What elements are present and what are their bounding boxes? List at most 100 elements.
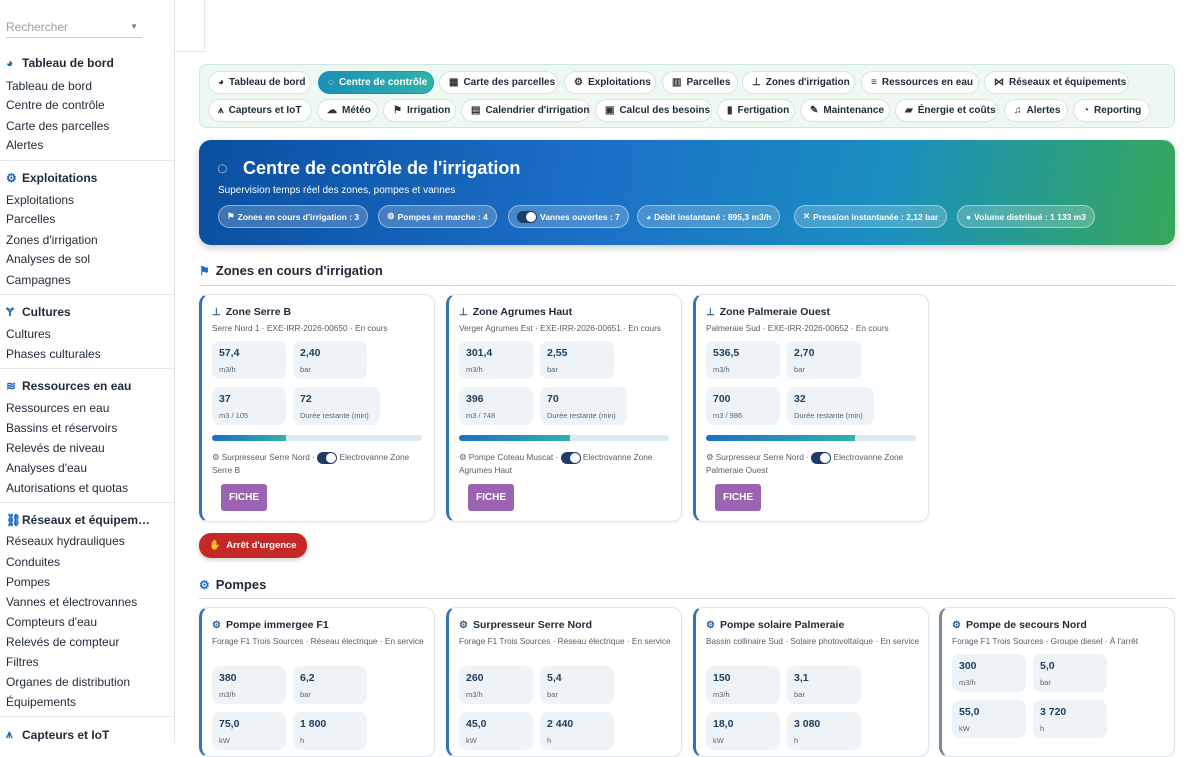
sidebar-item[interactable]: Relevés de compteur <box>6 635 119 649</box>
tab-sensors[interactable]: ⩚ Capteurs et IoT <box>208 99 312 122</box>
fiche-button[interactable]: FICHE <box>221 484 267 511</box>
water-icon: ≡ <box>871 77 877 88</box>
tab-irrigation[interactable]: ⚑ Irrigation <box>383 99 456 122</box>
tab-parcels[interactable]: ▥ Parcelles <box>662 71 738 94</box>
cogs-icon: ⚙ <box>212 619 221 631</box>
sidebar-section-cultures[interactable]: Ɏ Cultures <box>6 305 171 319</box>
stat-value: 1 800 <box>300 718 327 730</box>
tab-maintenance[interactable]: ✎ Maintenance <box>800 99 890 122</box>
tab-energy[interactable]: ▰ Énergie et coûts <box>895 99 998 122</box>
sidebar-item[interactable]: Alertes <box>6 138 43 152</box>
tab-parcel-map[interactable]: ▦ Carte des parcelles <box>439 71 558 94</box>
sidebar-item[interactable]: Bassins et réservoirs <box>6 421 117 435</box>
stat-value: 3,1 <box>794 672 809 684</box>
sidebar-item[interactable]: Campagnes <box>6 273 71 287</box>
stat-value: 57,4 <box>219 347 240 359</box>
sidebar-item[interactable]: Autorisations et quotas <box>6 481 128 495</box>
sidebar-section-dashboard[interactable]: ◕ Tableau de bord <box>6 56 171 70</box>
sidebar-item[interactable]: Carte des parcelles <box>6 119 109 133</box>
satellite-dish-icon: ◌ <box>217 158 228 178</box>
sidebar-item[interactable]: Tableau de bord <box>6 79 92 93</box>
zone-subtitle: Serre Nord 1 · EXE-IRR-2026-00650 · En c… <box>212 323 388 333</box>
sidebar-item[interactable]: Pompes <box>6 575 50 589</box>
sidebar-item[interactable]: Phases culturales <box>6 347 101 361</box>
stat-hours: 3 720 h <box>1033 700 1107 738</box>
sidebar-item[interactable]: Cultures <box>6 327 51 341</box>
tab-alerts[interactable]: ♫ Alertes <box>1004 99 1068 122</box>
stat-unit: bar <box>794 365 805 374</box>
zone-name: Zone Serre B <box>225 306 292 318</box>
sidebar-item[interactable]: Parcelles <box>6 212 55 226</box>
sidebar-item[interactable]: Réseaux hydrauliques <box>6 534 125 548</box>
satellite-dish-icon: ◌ <box>328 77 334 88</box>
equip-pump: Surpresseur Serre Nord · <box>221 452 315 462</box>
sidebar-item[interactable]: Analyses d'eau <box>6 461 87 475</box>
faucet-icon: ⚑ <box>199 263 210 278</box>
stat-unit: bar <box>794 690 805 699</box>
tab-irrigation-zones[interactable]: ⊥ Zones d'irrigation <box>742 71 855 94</box>
sidebar-item[interactable]: Filtres <box>6 655 39 669</box>
tab-fertigation[interactable]: ▮ Fertigation <box>717 99 795 122</box>
stat-unit: Durée restante (min) <box>794 411 863 420</box>
toggle-icon[interactable] <box>317 451 338 464</box>
sidebar-section-sensors[interactable]: ⩚ Capteurs et IoT <box>6 727 171 742</box>
progress-bar <box>706 435 916 441</box>
sidebar-section-water[interactable]: ≋ Ressources en eau <box>6 379 171 393</box>
sidebar-item[interactable]: Analyses de sol <box>6 252 90 266</box>
stat-value: 300 <box>959 660 977 672</box>
equipment-line: ⚙ Surpresseur Serre Nord · Electrovanne … <box>212 451 426 476</box>
tab-label: Carte des parcelles <box>463 77 556 88</box>
stat-pressure: 5,4 bar <box>540 666 614 704</box>
tab-label: Calendrier d'irrigation <box>485 105 590 116</box>
fiche-button[interactable]: FICHE <box>468 484 514 511</box>
sidebar-item[interactable]: Conduites <box>6 555 60 569</box>
stat-unit: kW <box>713 736 724 745</box>
stat-unit: m3/h <box>959 678 976 687</box>
sidebar-item[interactable]: Relevés de niveau <box>6 441 105 455</box>
sidebar-item[interactable]: Organes de distribution <box>6 675 130 689</box>
kpi-chip-valves: Vannes ouvertes : 7 <box>508 205 629 228</box>
stat-flow: 536,5 m3/h <box>706 341 780 379</box>
tab-label: Exploitations <box>587 77 651 88</box>
sidebar-section-exploitations[interactable]: ⚙ Exploitations <box>6 171 171 185</box>
sidebar-section-networks[interactable]: ⛓ Réseaux et équipem… <box>6 513 171 527</box>
tab-reporting[interactable]: ◔ Reporting <box>1073 99 1150 122</box>
search-placeholder: Rechercher <box>6 20 69 34</box>
tab-networks[interactable]: ⋈ Réseaux et équipements <box>984 71 1129 94</box>
tab-label: Fertigation <box>737 105 790 116</box>
sidebar-item[interactable]: Exploitations <box>6 193 74 207</box>
sidebar-item[interactable]: Ressources en eau <box>6 401 109 415</box>
zone-subtitle: Palmeraie Sud · EXE-IRR-2026-00652 · En … <box>706 323 889 333</box>
emergency-stop-button[interactable]: ✋ Arrêt d'urgence <box>199 533 307 558</box>
sidebar-item[interactable]: Équipements <box>6 695 76 709</box>
tab-label: Irrigation <box>406 105 451 116</box>
tab-label: Tableau de bord <box>229 77 306 88</box>
search-input[interactable]: Rechercher ▼ <box>6 16 142 38</box>
tab-water-resources[interactable]: ≡ Ressources en eau <box>861 71 979 94</box>
zone-card: ⊥ Zone Agrumes Haut Verger Agrumes Est · … <box>446 294 682 522</box>
sitemap-icon: ⊥ <box>752 77 761 88</box>
fiche-button[interactable]: FICHE <box>715 484 761 511</box>
zones-section-title: ⚑ Zones en cours d'irrigation <box>199 263 383 278</box>
toggle-icon[interactable] <box>560 451 581 464</box>
equipment-line: ⚙ Surpresseur Serre Nord · Electrovanne … <box>706 451 920 476</box>
sidebar-item[interactable]: Centre de contrôle <box>6 98 105 112</box>
tab-irrigation-calendar[interactable]: ▤ Calendrier d'irrigation <box>461 99 590 122</box>
tab-exploitations[interactable]: ⚙ Exploitations <box>564 71 656 94</box>
toggle-icon[interactable] <box>811 451 832 464</box>
chevron-down-icon[interactable]: ▼ <box>130 22 138 31</box>
tab-dashboard[interactable]: ◕ Tableau de bord <box>208 71 311 94</box>
tab-needs-calc[interactable]: ▣ Calcul des besoins <box>595 99 712 122</box>
stat-pressure: 2,70 bar <box>787 341 861 379</box>
tab-control-center[interactable]: ◌ Centre de contrôle <box>318 71 434 94</box>
sidebar-item[interactable]: Zones d'irrigation <box>6 233 98 247</box>
sidebar-item[interactable]: Vannes et électrovannes <box>6 595 137 609</box>
stat-value: 6,2 <box>300 672 315 684</box>
pie-chart-icon: ◔ <box>1083 105 1090 116</box>
tab-weather[interactable]: ☁ Météo <box>317 99 378 122</box>
kpi-chip-flow: ◕ Débit instantané : 895,3 m3/h <box>637 205 781 228</box>
zone-name: Zone Agrumes Haut <box>472 306 573 318</box>
cogs-icon: ⚙ <box>387 211 395 221</box>
sitemap-icon: ⊥ <box>459 306 468 318</box>
sidebar-item[interactable]: Compteurs d'eau <box>6 615 97 629</box>
